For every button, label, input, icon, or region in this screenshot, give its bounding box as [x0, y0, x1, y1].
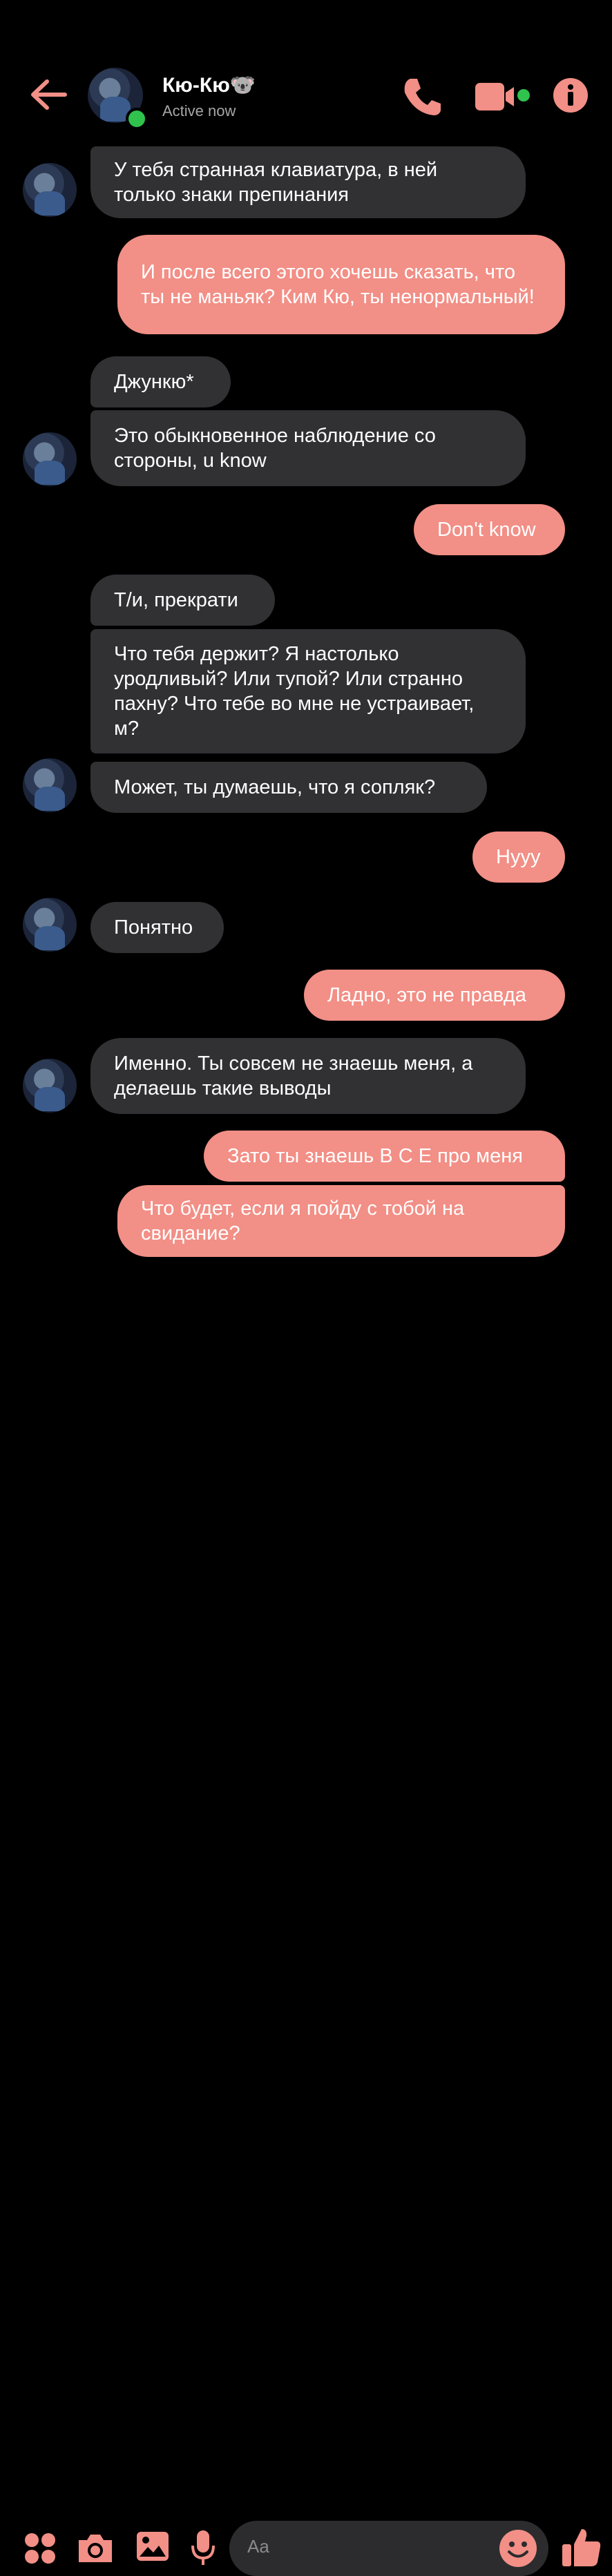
message-bubble-incoming[interactable]: Именно. Ты совсем не знаешь меня, а дела…	[90, 1038, 526, 1114]
message-text: Может, ты думаешь, что я сопляк?	[114, 776, 436, 798]
message-bubble-outgoing[interactable]: Ладно, это не правда	[304, 970, 565, 1021]
back-arrow-icon[interactable]	[28, 77, 69, 112]
message-bubble-incoming[interactable]: У тебя странная клавиатура, в ней только…	[90, 146, 526, 218]
message-text: Именно. Ты совсем не знаешь меня, а дела…	[114, 1052, 473, 1099]
message-text: Зато ты знаешь В С Е про меня	[227, 1145, 523, 1167]
message-bubble-incoming[interactable]: Что тебя держит? Я настолько уродливый? …	[90, 629, 526, 753]
message-text: Ладно, это не правда	[327, 984, 526, 1006]
contact-avatar-small[interactable]	[23, 432, 77, 486]
message-input-placeholder: Aa	[247, 2536, 269, 2557]
message-bubble-incoming[interactable]: Может, ты думаешь, что я сопляк?	[90, 762, 487, 813]
message-text: Нууу	[496, 846, 541, 868]
message-text: Т/и, прекрати	[114, 589, 238, 611]
message-text: И после всего этого хочешь сказать, что …	[141, 261, 535, 308]
online-indicator	[126, 108, 148, 130]
message-text: Что будет, если я пойду с тобой на свида…	[141, 1198, 465, 1244]
message-text: Don't know	[437, 519, 536, 541]
contact-status: Active now	[162, 102, 236, 119]
message-bubble-incoming[interactable]: Понятно	[90, 902, 224, 953]
message-text: У тебя странная клавиатура, в ней только…	[114, 159, 438, 206]
message-text: Это обыкновенное наблюдение со стороны, …	[114, 425, 436, 472]
phone-icon[interactable]	[401, 76, 443, 117]
message-bubble-incoming[interactable]: Т/и, прекрати	[90, 575, 275, 626]
composer-bar: Aa	[0, 1257, 612, 2576]
message-bubble-outgoing[interactable]: Зато ты знаешь В С Е про меня	[204, 1131, 565, 1182]
contact-avatar-small[interactable]	[23, 1059, 77, 1113]
image-icon[interactable]	[135, 2529, 170, 2564]
message-bubble-incoming[interactable]: Это обыкновенное наблюдение со стороны, …	[90, 410, 526, 486]
camera-icon[interactable]	[76, 2532, 115, 2565]
message-bubble-incoming[interactable]: Джункю*	[90, 356, 231, 407]
contact-avatar-small[interactable]	[23, 898, 77, 952]
message-text: Что тебя держит? Я настолько уродливый? …	[114, 643, 475, 740]
contact-avatar-small[interactable]	[23, 163, 77, 217]
emoji-icon[interactable]	[499, 2529, 537, 2568]
message-bubble-outgoing[interactable]: И после всего этого хочешь сказать, что …	[117, 235, 565, 334]
contact-name[interactable]: Кю-Кю🐨	[162, 73, 256, 97]
mic-icon[interactable]	[191, 2529, 216, 2568]
message-text: Понятно	[114, 916, 193, 939]
message-bubble-outgoing[interactable]: Что будет, если я пойду с тобой на свида…	[117, 1185, 565, 1257]
info-icon[interactable]	[553, 77, 589, 113]
video-icon[interactable]	[475, 81, 530, 112]
message-bubble-outgoing[interactable]: Нууу	[472, 832, 565, 883]
contact-avatar-small[interactable]	[23, 758, 77, 812]
apps-icon[interactable]	[23, 2532, 57, 2565]
message-bubble-outgoing[interactable]: Don't know	[414, 504, 565, 555]
thumbs-up-icon[interactable]	[561, 2526, 602, 2569]
chat-header: Кю-Кю🐨 Active now	[0, 0, 612, 145]
message-text: Джункю*	[114, 371, 194, 393]
